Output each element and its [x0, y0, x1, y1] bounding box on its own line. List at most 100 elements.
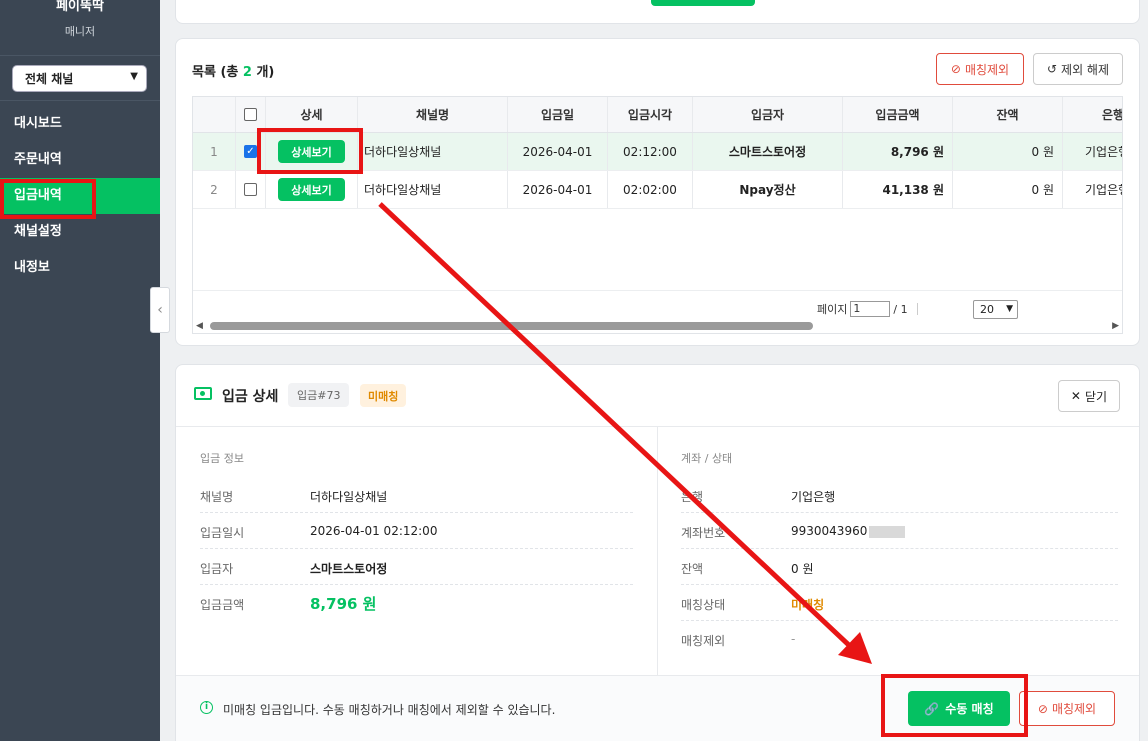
row-checkbox-cell: ✓: [236, 133, 266, 170]
pager-divider: [916, 303, 918, 315]
link-icon: 🔗: [924, 701, 940, 716]
row-time: 02:12:00: [608, 133, 693, 170]
header-balance: 잔액: [953, 97, 1063, 132]
scroll-left-icon[interactable]: ◀: [196, 321, 203, 331]
row-checkbox[interactable]: [244, 183, 257, 196]
table-header: 상세 채널명 입금일 입금시각 입금자 입금금액 잔액 은행: [193, 97, 1122, 133]
info-row-amount: 입금금액 8,796 원: [200, 585, 633, 621]
view-detail-button[interactable]: 상세보기: [278, 178, 345, 201]
pager: 페이지 1 / 1: [817, 301, 918, 317]
ban-icon: ⊘: [950, 62, 961, 76]
list-title: 목록 (총 2 개): [192, 61, 274, 80]
row-checkbox-cell: [236, 171, 266, 208]
ban-icon: ⊘: [1037, 701, 1048, 716]
row-detail-cell: 상세보기: [266, 133, 358, 170]
page-input[interactable]: 1: [850, 301, 891, 317]
release-exclude-label: 제외 해제: [1061, 62, 1110, 77]
exclude-match-button-footer[interactable]: ⊘ 매칭제외: [1019, 691, 1115, 726]
row-amount: 8,796 원: [843, 133, 953, 170]
top-action-button[interactable]: [651, 0, 755, 6]
brand-name: 페이뚝딱: [56, 0, 104, 14]
header-detail: 상세: [266, 97, 358, 132]
header-time: 입금시각: [608, 97, 693, 132]
section-title: 계좌 / 상태: [681, 452, 733, 465]
sidebar-nav: 대시보드 주문내역 입금내역 채널설정 내정보: [0, 106, 160, 286]
channel-select[interactable]: 전체 채널 ▼: [12, 65, 147, 92]
info-value: 8,796 원: [310, 595, 377, 613]
section-title: 입금 정보: [200, 452, 244, 465]
table-row[interactable]: 1 ✓ 상세보기 더하다일상채널 2026-04-01 02:12:00 스마트…: [193, 133, 1122, 171]
info-row-depositor: 입금자 스마트스토어정: [200, 549, 633, 585]
info-key: 입금금액: [200, 598, 245, 612]
undo-icon: ↺: [1046, 62, 1058, 76]
section-divider: [657, 427, 658, 675]
row-channel: 더하다일상채널: [358, 171, 508, 208]
page-size-select[interactable]: 20 ▼: [973, 300, 1018, 319]
row-balance: 0 원: [953, 133, 1063, 170]
info-icon: i: [200, 701, 213, 714]
status-badge: 미매칭: [360, 384, 407, 407]
info-value: 2026-04-01 02:12:00: [310, 524, 438, 538]
table-row[interactable]: 2 상세보기 더하다일상채널 2026-04-01 02:02:00 Npay정…: [193, 171, 1122, 209]
info-value: -: [791, 632, 796, 646]
brand: 페이뚝딱 매니저: [0, 0, 160, 56]
close-button[interactable]: ✕ 닫기: [1058, 380, 1120, 412]
header-bank: 은행: [1101, 108, 1123, 122]
sidebar-item-orders[interactable]: 주문내역: [0, 142, 160, 178]
row-detail-cell: 상세보기: [266, 171, 358, 208]
manual-match-button[interactable]: 🔗 수동 매칭: [908, 691, 1010, 726]
sidebar-item-deposits[interactable]: 입금내역: [0, 178, 160, 214]
info-value: 더하다일상채널: [310, 490, 388, 504]
info-key: 은행: [681, 490, 704, 504]
manual-match-label: 수동 매칭: [945, 702, 994, 716]
info-key: 입금일시: [200, 526, 245, 540]
deposit-table: 상세 채널명 입금일 입금시각 입금자 입금금액 잔액 은행 1 ✓ 상세보기 …: [192, 96, 1123, 334]
exclude-match-button[interactable]: ⊘ 매칭제외: [936, 53, 1024, 85]
select-all-checkbox[interactable]: [244, 108, 257, 121]
channel-select-value: 전체 채널: [25, 72, 74, 86]
info-key: 채널명: [200, 490, 234, 504]
info-row-bank: 은행 기업은행: [681, 477, 1118, 513]
list-title-prefix: 목록 (총: [192, 65, 243, 80]
row-depositor: Npay정산: [693, 171, 843, 208]
row-number: 1: [193, 133, 236, 170]
info-value: 9930043960: [791, 524, 906, 538]
row-channel: 더하다일상채널: [358, 133, 508, 170]
pager-label: 페이지: [817, 303, 848, 316]
brand-subtitle: 매니저: [64, 25, 96, 38]
horizontal-scrollbar[interactable]: ◀ ▶: [192, 319, 1123, 333]
sidebar-item-channel-settings[interactable]: 채널설정: [0, 214, 160, 250]
account-status-section: 계좌 / 상태 은행 기업은행 계좌번호 9930043960 잔액 0 원 매…: [681, 427, 1118, 675]
info-row-match-status: 매칭상태 미매칭: [681, 585, 1118, 621]
view-detail-button[interactable]: 상세보기: [278, 140, 345, 163]
sidebar-item-dashboard[interactable]: 대시보드: [0, 106, 160, 142]
deposit-info-section: 입금 정보 채널명 더하다일상채널 입금일시 2026-04-01 02:12:…: [200, 427, 633, 675]
deposit-id-badge: 입금#73: [288, 383, 350, 407]
header-channel: 채널명: [358, 97, 508, 132]
info-key: 매칭상태: [681, 598, 726, 612]
top-card: [175, 0, 1140, 24]
scroll-right-icon[interactable]: ▶: [1112, 321, 1119, 331]
footer-message: 미매칭 입금입니다. 수동 매칭하거나 매칭에서 제외할 수 있습니다.: [223, 703, 556, 717]
money-icon: [194, 387, 212, 400]
redacted-block: [869, 525, 906, 538]
detail-title: 입금 상세: [222, 389, 279, 405]
chevron-down-icon: ▼: [1006, 304, 1013, 314]
sidebar-divider: [0, 100, 160, 101]
exclude-match-label: 매칭제외: [1051, 702, 1097, 716]
sidebar-collapse-button[interactable]: ‹: [150, 287, 170, 333]
sidebar: 페이뚝딱 매니저 전체 채널 ▼ 대시보드 주문내역 입금내역 채널설정 내정보: [0, 0, 160, 741]
chevron-left-icon: ‹: [157, 302, 163, 318]
account-number: 9930043960: [791, 524, 868, 538]
sidebar-item-my-info[interactable]: 내정보: [0, 250, 160, 286]
info-value: 0 원: [791, 562, 814, 576]
row-balance: 0 원: [953, 171, 1063, 208]
release-exclude-button[interactable]: ↺ 제외 해제: [1033, 53, 1123, 85]
row-checkbox[interactable]: ✓: [244, 145, 257, 158]
info-row-balance: 잔액 0 원: [681, 549, 1118, 585]
detail-header: 입금 상세 입금#73 미매칭 ✕ 닫기: [176, 365, 1139, 427]
chevron-down-icon: ▼: [130, 71, 138, 82]
header-depositor: 입금자: [693, 97, 843, 132]
detail-footer: i 미매칭 입금입니다. 수동 매칭하거나 매칭에서 제외할 수 있습니다. 🔗…: [176, 675, 1139, 741]
scrollbar-thumb[interactable]: [210, 322, 813, 330]
